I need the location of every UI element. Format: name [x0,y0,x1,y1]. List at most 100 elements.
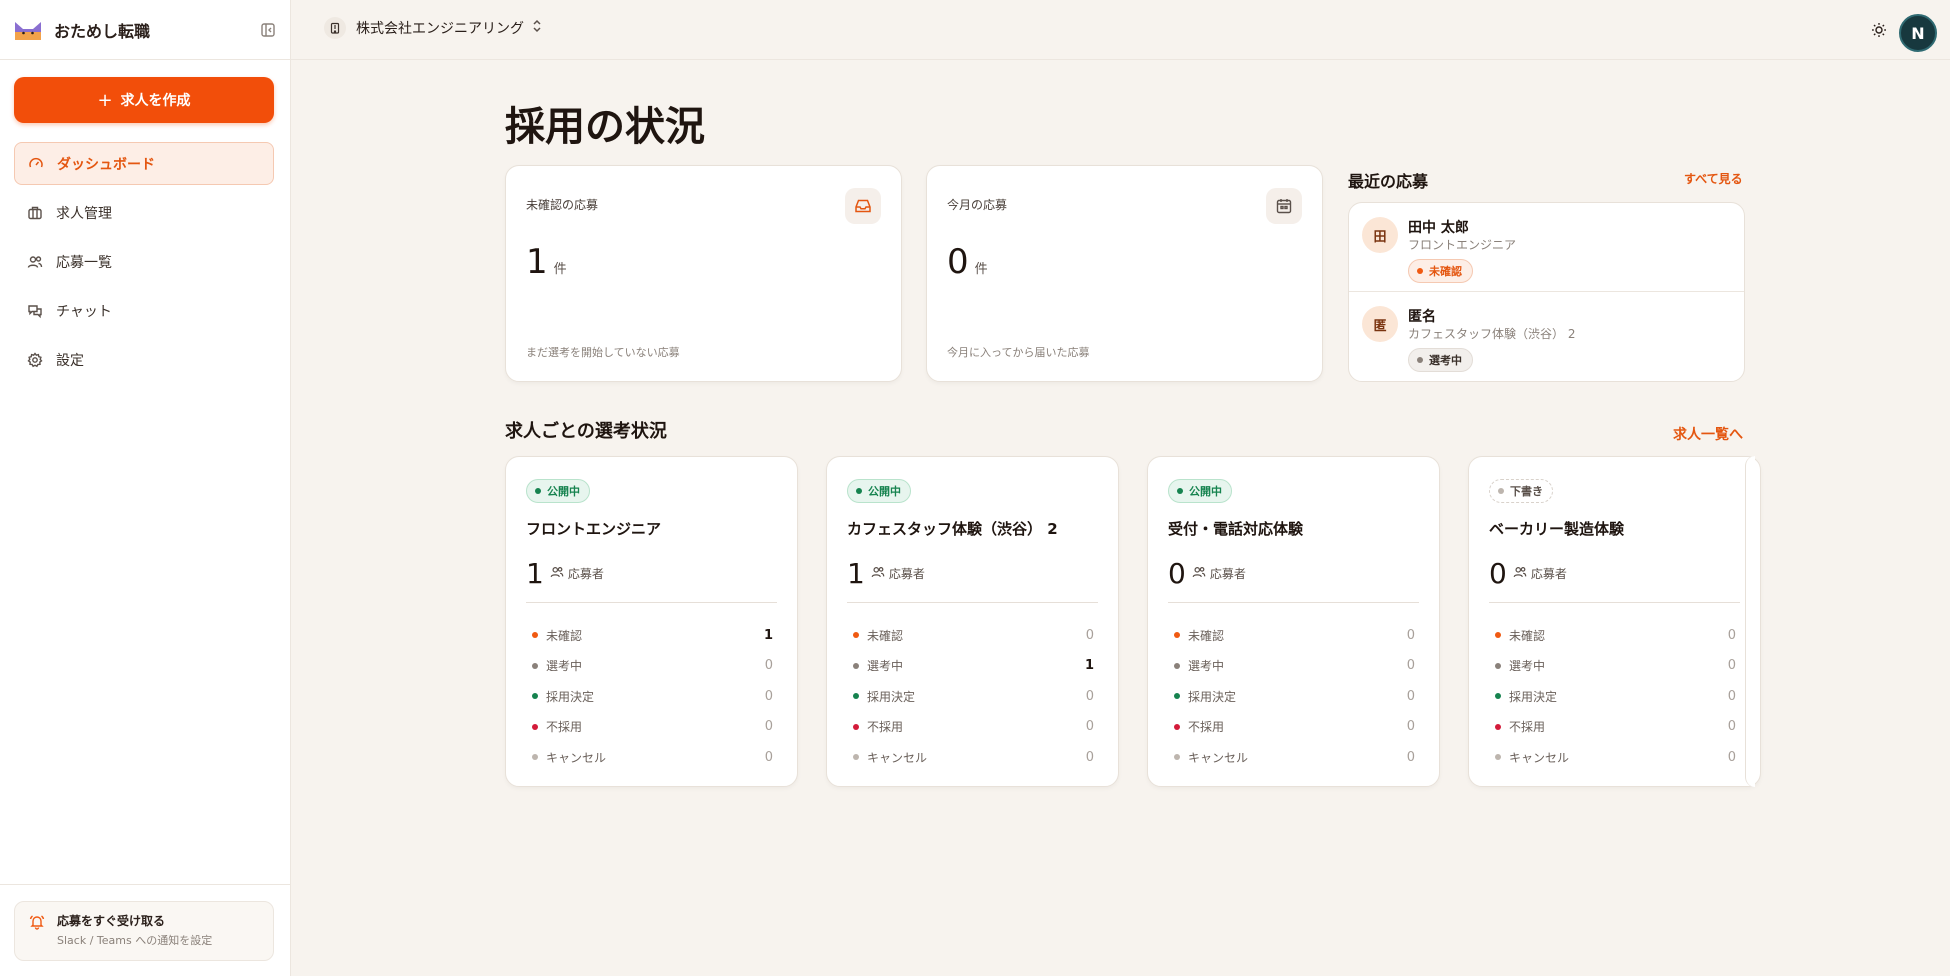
stat-note: 今月に入ってから届いた応募 [947,346,1090,359]
users-icon [1513,564,1527,583]
job-card[interactable]: 公開中 フロントエンジニア 1 応募者 未確認 1 選考中 0 採用決定 0 不採用 0 キャンセル 0 [505,456,798,787]
applicant-label: 応募者 [888,567,925,581]
status-dot [856,488,862,494]
status-dot [1417,357,1423,363]
divider [1489,602,1740,603]
stage-label: 不採用 [1188,720,1225,735]
job-applicant-count: 0 応募者 [1168,557,1246,590]
applicant-avatar: 田 [1362,217,1398,253]
applicant-label: 応募者 [567,567,604,581]
stage-label: 採用決定 [546,689,595,704]
stage-dot [1174,632,1180,639]
inbox-icon [845,188,881,224]
sidebar-item-settings[interactable]: 設定 [14,338,274,381]
stage-dot [532,693,538,700]
sidebar-footer: 応募をすぐ受け取る Slack / Teams への通知を設定 [0,884,291,976]
status-dot [1498,488,1504,494]
applicant-job: カフェスタッフ体験（渋谷） 2 [1408,327,1576,341]
applicant-count: 0 [1489,557,1507,590]
stat-note: まだ選考を開始していない応募 [526,346,680,359]
stage-count: 0 [1727,688,1736,704]
see-all-link[interactable]: すべて見る [1684,170,1743,187]
next-job-card-edge [1745,456,1755,787]
stage-stat-row: 選考中 1 [847,651,1098,682]
stat-label: 今月の応募 [947,198,1008,212]
page-title: 採用の状況 [505,104,705,150]
stage-count: 0 [1406,719,1415,735]
top-bar: 株式会社エンジニアリング N [291,0,1950,60]
job-status-label: 公開中 [547,485,580,498]
stage-count: 0 [1085,688,1094,704]
stage-count: 0 [1085,627,1094,643]
sidebar-item-dashboard[interactable]: ダッシュボード [14,142,274,185]
stage-count: 0 [1727,658,1736,674]
job-card[interactable]: 下書き ベーカリー製造体験 0 応募者 未確認 0 選考中 0 採用決定 0 不採用 0 キャンセル 0 [1468,456,1761,787]
sidebar-item-jobs[interactable]: 求人管理 [14,191,274,234]
status-dot [535,488,541,494]
stage-stat-row: 不採用 0 [1168,712,1419,743]
stage-dot [853,754,859,761]
sidebar-item-chat[interactable]: チャット [14,289,274,332]
job-stage-stats: 未確認 1 選考中 0 採用決定 0 不採用 0 キャンセル 0 [526,620,777,773]
jobs-list-link[interactable]: 求人一覧へ [1673,424,1743,444]
cat-logo-icon [15,21,41,40]
stage-count: 0 [1406,658,1415,674]
stage-label: 未確認 [1509,628,1546,643]
stage-dot [1495,632,1501,639]
applicant-label: 応募者 [1209,567,1246,581]
stage-stat-row: 選考中 0 [1489,651,1740,682]
company-switcher[interactable]: 株式会社エンジニアリング [324,17,542,39]
job-title: フロントエンジニア [526,520,662,538]
job-applicant-count: 1 応募者 [526,557,604,590]
stage-count: 0 [1406,749,1415,765]
stage-stat-row: 未確認 0 [1168,620,1419,651]
users-icon [26,253,44,271]
bell-icon [29,914,45,934]
create-job-button[interactable]: + 求人を作成 [14,77,274,123]
recent-applications-title: 最近の応募 [1348,172,1429,191]
notification-setup-card[interactable]: 応募をすぐ受け取る Slack / Teams への通知を設定 [14,901,274,961]
stage-label: 不採用 [1509,720,1546,735]
stage-stat-row: キャンセル 0 [1489,742,1740,773]
user-avatar[interactable]: N [1899,14,1937,52]
stage-dot [532,754,538,761]
applicant-label: 応募者 [1530,567,1567,581]
job-status-label: 公開中 [1189,485,1222,498]
stage-count: 0 [1085,749,1094,765]
job-card[interactable]: 公開中 カフェスタッフ体験（渋谷） 2 1 応募者 未確認 0 選考中 1 採用決定 0 不採用 0 キ… [826,456,1119,787]
stage-count: 0 [764,658,773,674]
users-icon [1192,564,1206,583]
sidebar-collapse-icon[interactable] [258,20,278,40]
stage-label: 採用決定 [1509,689,1558,704]
sidebar-item-applications[interactable]: 応募一覧 [14,240,274,283]
gear-icon [26,351,44,369]
applicant-name: 田中 太郎 [1408,220,1469,236]
stage-label: キャンセル [1509,750,1570,765]
stat-card-unconfirmed: 未確認の応募 1件 まだ選考を開始していない応募 [505,165,902,382]
theme-toggle-sun-icon[interactable] [1867,18,1891,42]
building-icon [324,17,346,39]
applicant-avatar: 匿 [1362,306,1398,342]
applicant-count: 1 [847,557,865,590]
chevron-updown-icon [532,19,542,37]
sidebar-item-label: 求人管理 [56,205,112,222]
stage-stat-row: 採用決定 0 [526,681,777,712]
stage-label: 選考中 [546,659,583,674]
stage-stat-row: 未確認 1 [526,620,777,651]
recent-application-row[interactable]: 田 田中 太郎 フロントエンジニア 未確認 [1349,203,1744,292]
recent-application-row[interactable]: 匿 匿名 カフェスタッフ体験（渋谷） 2 選考中 [1349,292,1744,381]
stage-label: 採用決定 [867,689,916,704]
stage-dot [853,632,859,639]
recent-applications-list: 田 田中 太郎 フロントエンジニア 未確認 匿 匿名 カフェスタッフ体験（渋谷）… [1348,202,1745,382]
stage-stat-row: キャンセル 0 [847,742,1098,773]
job-status-badge: 公開中 [526,479,590,503]
stat-label: 未確認の応募 [526,198,599,212]
sidebar-item-label: 応募一覧 [56,254,112,271]
stage-count: 0 [764,688,773,704]
users-icon [550,564,564,583]
job-card[interactable]: 公開中 受付・電話対応体験 0 応募者 未確認 0 選考中 0 採用決定 0 不採用 0 キャンセル 0 [1147,456,1440,787]
stage-count: 0 [764,749,773,765]
stage-label: キャンセル [867,750,928,765]
applicant-name: 匿名 [1408,309,1436,325]
stage-label: 選考中 [1509,659,1546,674]
